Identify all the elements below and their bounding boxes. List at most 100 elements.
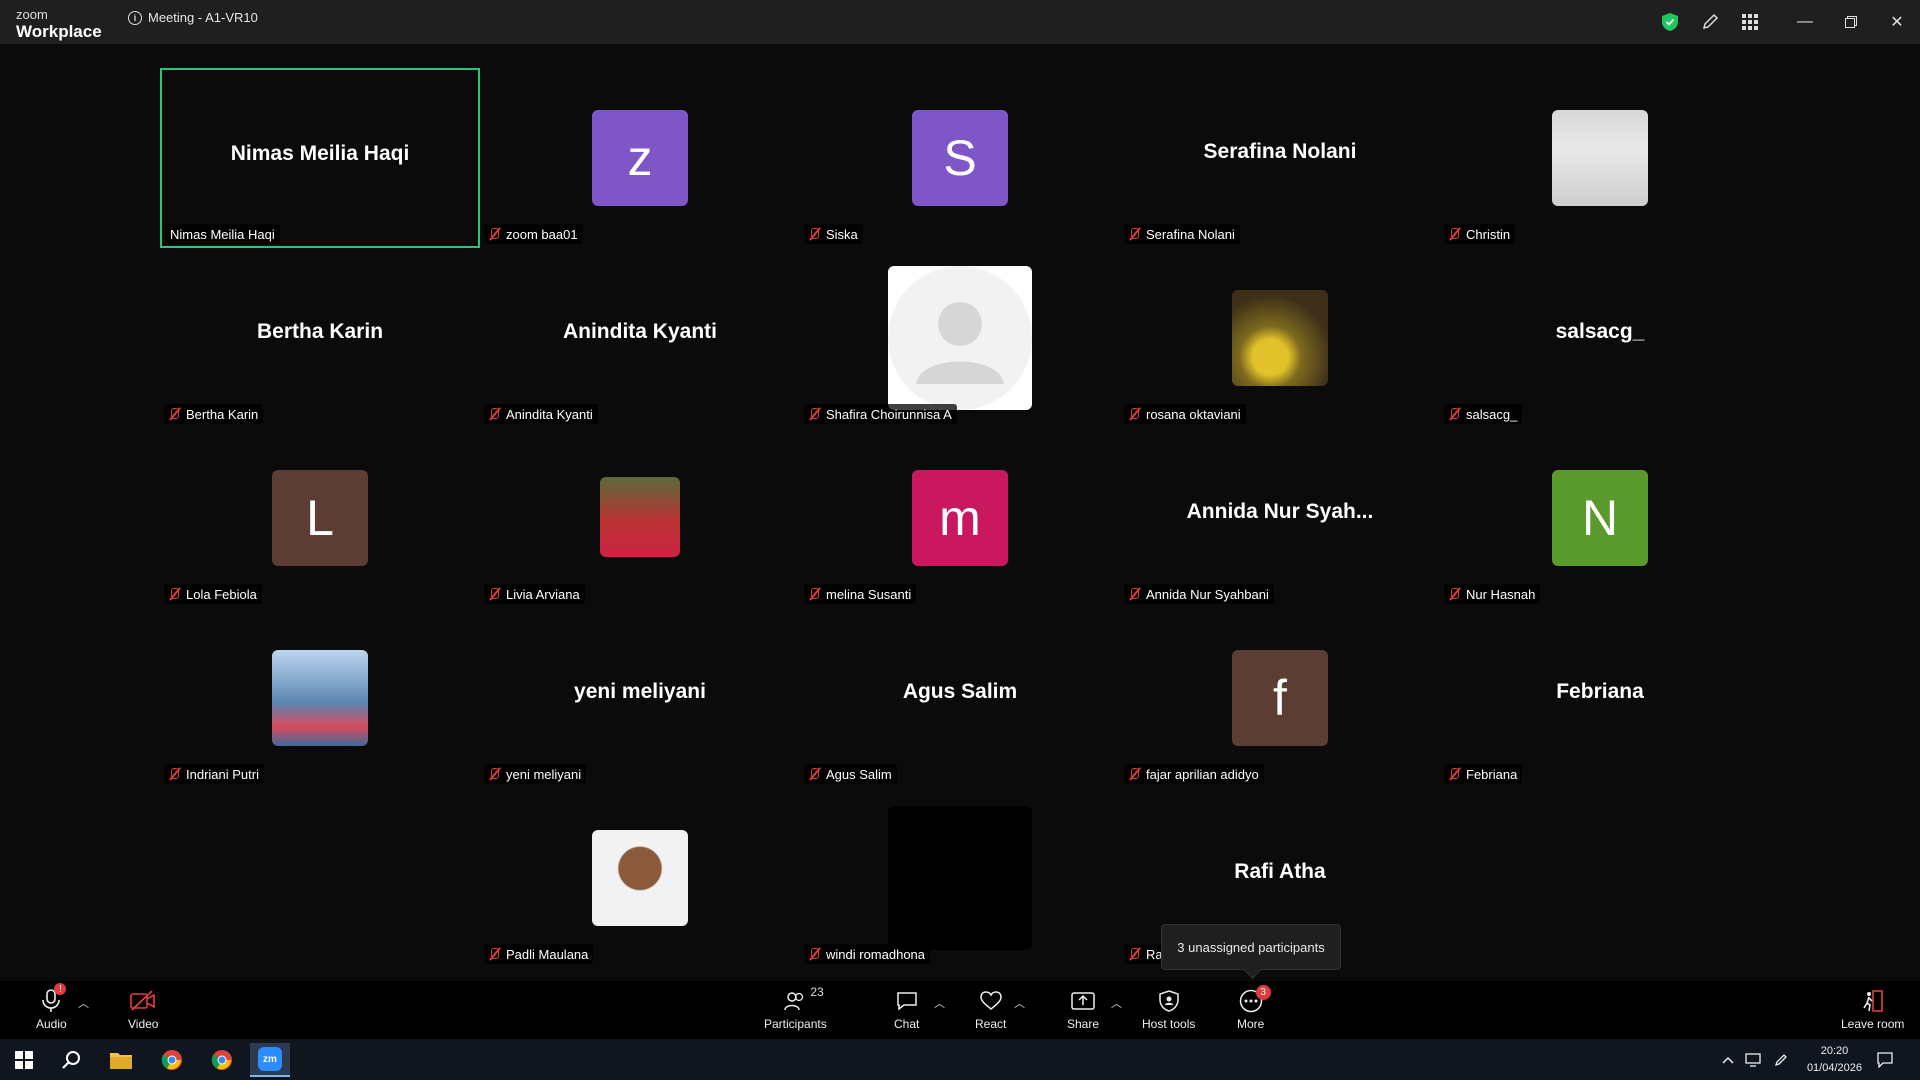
participant-nametag: Siska	[804, 224, 863, 244]
participant-tile[interactable]: Nimas Meilia Haqi Nimas Meilia Haqi	[160, 68, 480, 248]
leave-room-button[interactable]: Leave room	[1841, 987, 1904, 1031]
mic-muted-icon	[1128, 947, 1140, 961]
mic-muted-icon	[168, 587, 180, 601]
participant-tile[interactable]: L Lola Febiola	[160, 428, 480, 608]
participant-display-name: yeni meliyani	[574, 680, 706, 703]
chat-button[interactable]: Chat	[894, 987, 919, 1031]
participant-display-name: Anindita Kyanti	[562, 320, 717, 343]
participant-name-label: melina Susanti	[826, 586, 912, 602]
participant-tile[interactable]: yeni meliyani yeni meliyani	[480, 608, 800, 788]
participant-tile[interactable]: z zoom baa01	[480, 68, 800, 248]
mic-muted-icon	[488, 407, 500, 421]
react-label: React	[975, 1017, 1007, 1031]
mic-muted-icon	[1448, 407, 1460, 421]
participant-tile[interactable]: f fajar aprilian adidyo	[1120, 608, 1440, 788]
participant-nametag: Padli Maulana	[484, 944, 594, 964]
chat-options-caret[interactable]: ︿	[934, 995, 945, 1011]
zoom-app-icon[interactable]: zm	[250, 1043, 290, 1077]
participant-name-label: Annida Nur Syahbani	[1146, 586, 1269, 602]
participant-nametag: zoom baa01	[484, 224, 583, 244]
video-button[interactable]: Video	[128, 987, 158, 1031]
video-off-icon	[130, 987, 156, 1015]
windows-taskbar: zm 20:20 01/04/2026	[0, 1039, 1920, 1080]
participant-tile[interactable]: salsacg_ salsacg_	[1440, 248, 1760, 428]
mic-muted-icon	[488, 227, 500, 241]
default-avatar-icon	[888, 266, 1032, 410]
participant-tile[interactable]: Febriana Febriana	[1440, 608, 1760, 788]
participant-nametag: Lola Febiola	[164, 584, 262, 604]
share-options-caret[interactable]: ︿	[1111, 995, 1122, 1011]
restore-icon[interactable]	[1828, 0, 1874, 44]
participant-nametag: melina Susanti	[804, 584, 917, 604]
tray-chevron-icon[interactable]	[1716, 1043, 1740, 1077]
audio-options-caret[interactable]: ︿	[78, 995, 89, 1011]
react-button[interactable]: React	[975, 987, 1006, 1031]
audio-button[interactable]: ! Audio	[36, 983, 67, 1031]
participants-button[interactable]: 23 Participants	[764, 985, 827, 1031]
participant-nametag: Nimas Meilia Haqi	[166, 224, 280, 244]
more-button[interactable]: 3 More	[1237, 985, 1271, 1031]
react-options-caret[interactable]: ︿	[1014, 995, 1025, 1011]
file-explorer-icon[interactable]	[101, 1043, 141, 1077]
participant-nametag: yeni meliyani	[484, 764, 587, 784]
participant-name-label: salsacg_	[1466, 406, 1518, 422]
participant-tile[interactable]: Livia Arviana	[480, 428, 800, 608]
participant-avatar: m	[912, 470, 1008, 566]
participant-tile[interactable]: m melina Susanti	[800, 428, 1120, 608]
participant-tile[interactable]: Bertha Karin Bertha Karin	[160, 248, 480, 428]
search-icon[interactable]	[52, 1043, 92, 1077]
network-icon[interactable]	[1740, 1043, 1766, 1077]
participant-tile[interactable]: Indriani Putri	[160, 608, 480, 788]
participant-tile[interactable]: Serafina Nolani Serafina Nolani	[1120, 68, 1440, 248]
participant-tile[interactable]: windi romadhona	[800, 788, 1120, 968]
close-icon[interactable]: ✕	[1874, 0, 1920, 44]
security-shield-icon[interactable]	[1650, 0, 1690, 44]
participant-tile[interactable]: Annida Nur Syah... Annida Nur Syahbani	[1120, 428, 1440, 608]
minimize-icon[interactable]: —	[1782, 0, 1828, 44]
clock-time: 20:20	[1820, 1045, 1849, 1057]
info-icon[interactable]: i	[128, 10, 142, 25]
participant-tile[interactable]: Agus Salim Agus Salim	[800, 608, 1120, 788]
participant-tile[interactable]: Christin	[1440, 68, 1760, 248]
share-button[interactable]: Share	[1067, 987, 1099, 1031]
participant-display-name: Serafina Nolani	[1203, 140, 1357, 163]
participant-nametag: Anindita Kyanti	[484, 404, 598, 424]
microphone-icon: !	[40, 983, 67, 1015]
chrome-icon[interactable]	[152, 1043, 192, 1077]
annotate-pencil-icon[interactable]	[1690, 0, 1730, 44]
leave-room-label: Leave room	[1841, 1017, 1905, 1031]
mic-muted-icon	[808, 587, 820, 601]
mic-muted-icon	[808, 947, 820, 961]
more-label: More	[1237, 1017, 1265, 1031]
participants-label: Participants	[764, 1017, 827, 1031]
participant-photo	[600, 477, 680, 557]
gallery-grid-icon[interactable]	[1730, 0, 1770, 44]
participant-video-feed	[888, 806, 1032, 950]
mic-muted-icon	[1128, 767, 1140, 781]
mic-muted-icon	[1448, 227, 1460, 241]
participant-tile[interactable]: N Nur Hasnah	[1440, 428, 1760, 608]
host-tools-button[interactable]: Host tools	[1142, 987, 1195, 1031]
notifications-icon[interactable]	[1868, 1043, 1902, 1077]
participant-tile[interactable]: Padli Maulana	[480, 788, 800, 968]
participant-tile[interactable]: Anindita Kyanti Anindita Kyanti	[480, 248, 800, 428]
windows-start-icon[interactable]	[4, 1043, 44, 1077]
more-badge: 3	[1255, 985, 1271, 1000]
pen-icon[interactable]	[1768, 1043, 1794, 1077]
host-shield-icon	[1158, 987, 1179, 1015]
participant-name-label: Livia Arviana	[506, 586, 580, 602]
participant-nametag: Nur Hasnah	[1444, 584, 1541, 604]
participant-tile[interactable]: Shafira Choirunnisa A	[800, 248, 1120, 428]
participant-display-name: Agus Salim	[902, 680, 1018, 703]
participant-tile[interactable]: rosana oktaviani	[1120, 248, 1440, 428]
chrome-profile-icon[interactable]	[202, 1043, 242, 1077]
taskbar-clock[interactable]: 20:20 01/04/2026	[1807, 1043, 1862, 1077]
clock-date: 01/04/2026	[1806, 1062, 1862, 1074]
meeting-info[interactable]: i Meeting - A1-VR10	[128, 10, 258, 25]
participant-photo	[592, 830, 688, 926]
participant-nametag: Bertha Karin	[164, 404, 264, 424]
participant-name-label: Bertha Karin	[186, 406, 259, 422]
participant-tile[interactable]: S Siska	[800, 68, 1120, 248]
mic-muted-icon	[168, 407, 180, 421]
participant-name-label: Shafira Choirunnisa A	[826, 406, 952, 422]
